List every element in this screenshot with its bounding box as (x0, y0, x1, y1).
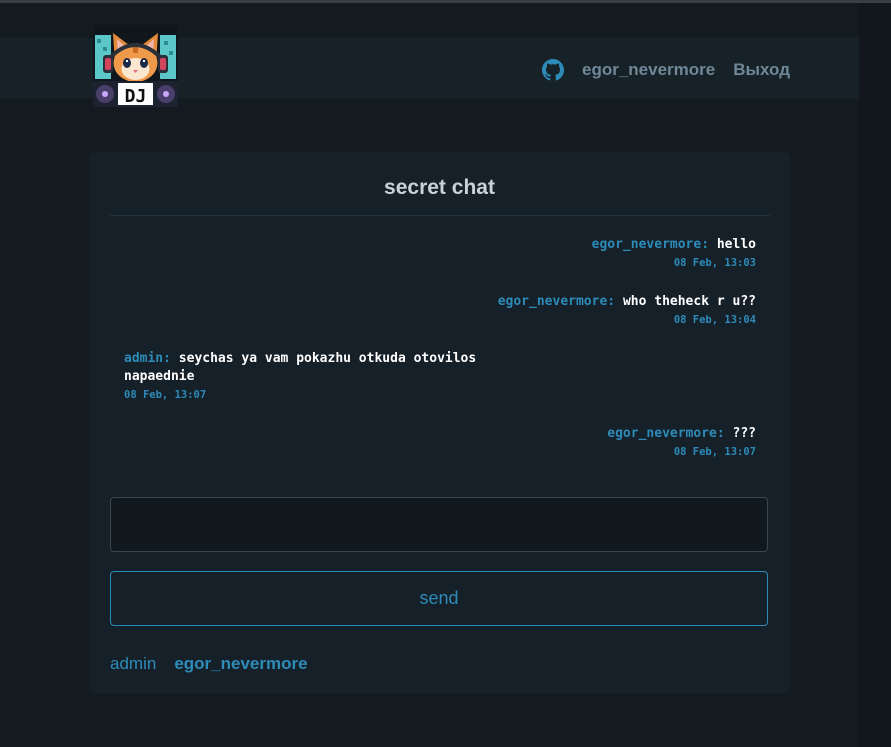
message-time: 08 Feb, 13:07 (124, 389, 207, 401)
dj-cat-logo[interactable]: DJ (93, 25, 178, 107)
send-button[interactable]: send (110, 571, 768, 626)
online-users: admin egor_nevermore (110, 654, 308, 674)
message-text: who theheck r u?? (622, 294, 756, 309)
message-list: egor_nevermore: hello 08 Feb, 13:03 egor… (124, 236, 756, 482)
page-edge (859, 3, 891, 747)
message-time: 08 Feb, 13:04 (673, 314, 756, 326)
message-text: ??? (732, 426, 756, 441)
window-top-border (0, 0, 891, 3)
message-time: 08 Feb, 13:03 (673, 257, 756, 269)
github-icon[interactable] (541, 59, 564, 81)
logo-text: DJ (125, 86, 147, 107)
message-item: egor_nevermore: hello 08 Feb, 13:03 (124, 236, 756, 270)
user-link-admin[interactable]: admin (110, 654, 156, 674)
message-text: seychas ya vam pokazhu otkuda otovilos n… (124, 351, 477, 384)
message-time: 08 Feb, 13:07 (673, 446, 756, 458)
message-sender: admin: (124, 351, 171, 366)
message-item: egor_nevermore: who theheck r u?? 08 Feb… (124, 293, 756, 327)
message-sender: egor_nevermore: (607, 426, 725, 441)
message-sender: egor_nevermore: (497, 294, 616, 309)
top-nav: egor_nevermore Выход (541, 58, 790, 82)
nav-username-link[interactable]: egor_nevermore (582, 60, 715, 80)
message-item: egor_nevermore: ??? 08 Feb, 13:07 (124, 425, 756, 459)
chat-card: secret chat egor_nevermore: hello 08 Feb… (89, 152, 790, 693)
chat-title: secret chat (384, 176, 495, 199)
title-divider (110, 215, 770, 216)
user-link-egor[interactable]: egor_nevermore (174, 654, 307, 674)
message-input[interactable] (110, 497, 768, 552)
logout-link[interactable]: Выход (733, 60, 790, 80)
message-item: admin: seychas ya vam pokazhu otkuda oto… (124, 350, 756, 402)
message-sender: egor_nevermore: (591, 237, 710, 252)
message-text: hello (716, 237, 756, 252)
